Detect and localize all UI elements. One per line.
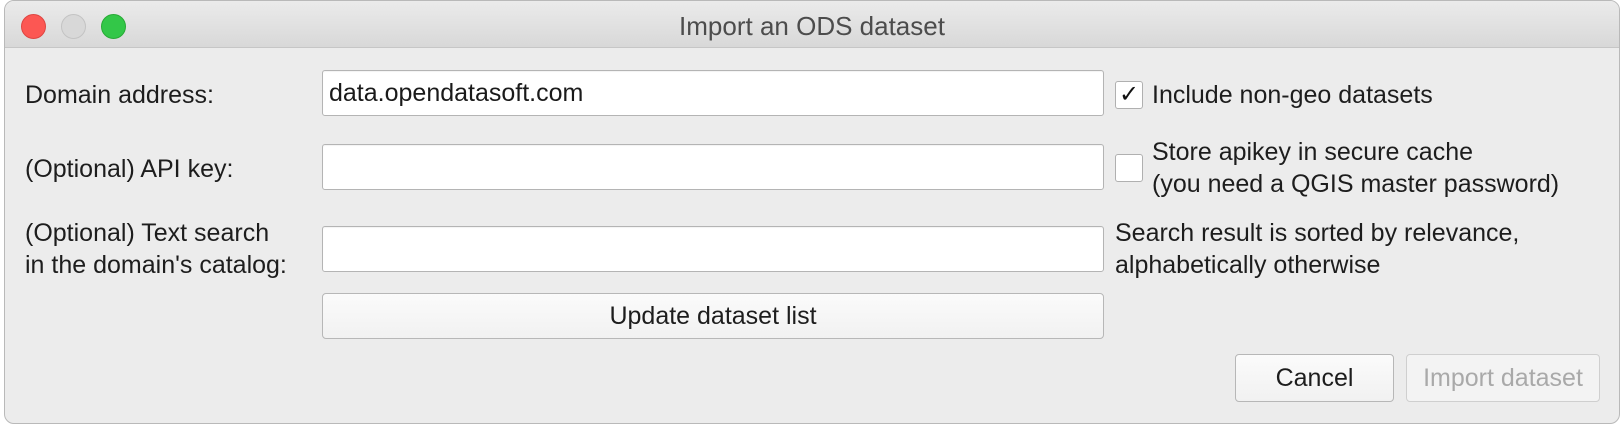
text-search-input[interactable] bbox=[322, 226, 1104, 272]
api-key-label: (Optional) API key: bbox=[25, 155, 234, 183]
domain-label: Domain address: bbox=[25, 81, 214, 109]
store-apikey-label: Store apikey in secure cache (you need a… bbox=[1152, 138, 1560, 198]
domain-input[interactable] bbox=[322, 70, 1104, 116]
title-bar: Import an ODS dataset bbox=[5, 1, 1619, 48]
import-dialog: Import an ODS dataset Domain address: ✓ … bbox=[4, 0, 1620, 424]
store-apikey-checkbox[interactable] bbox=[1115, 154, 1143, 182]
cancel-button[interactable]: Cancel bbox=[1235, 354, 1394, 402]
import-dataset-button[interactable]: Import dataset bbox=[1406, 354, 1600, 402]
update-dataset-list-button[interactable]: Update dataset list bbox=[322, 293, 1104, 339]
include-non-geo-label: Include non-geo datasets bbox=[1152, 81, 1433, 109]
include-non-geo-checkbox[interactable]: ✓ bbox=[1115, 81, 1143, 109]
api-key-input[interactable] bbox=[322, 144, 1104, 190]
search-hint-text: Search result is sorted by relevance, al… bbox=[1115, 219, 1520, 279]
window-title: Import an ODS dataset bbox=[679, 11, 945, 41]
text-search-label: (Optional) Text search in the domain's c… bbox=[25, 219, 287, 279]
